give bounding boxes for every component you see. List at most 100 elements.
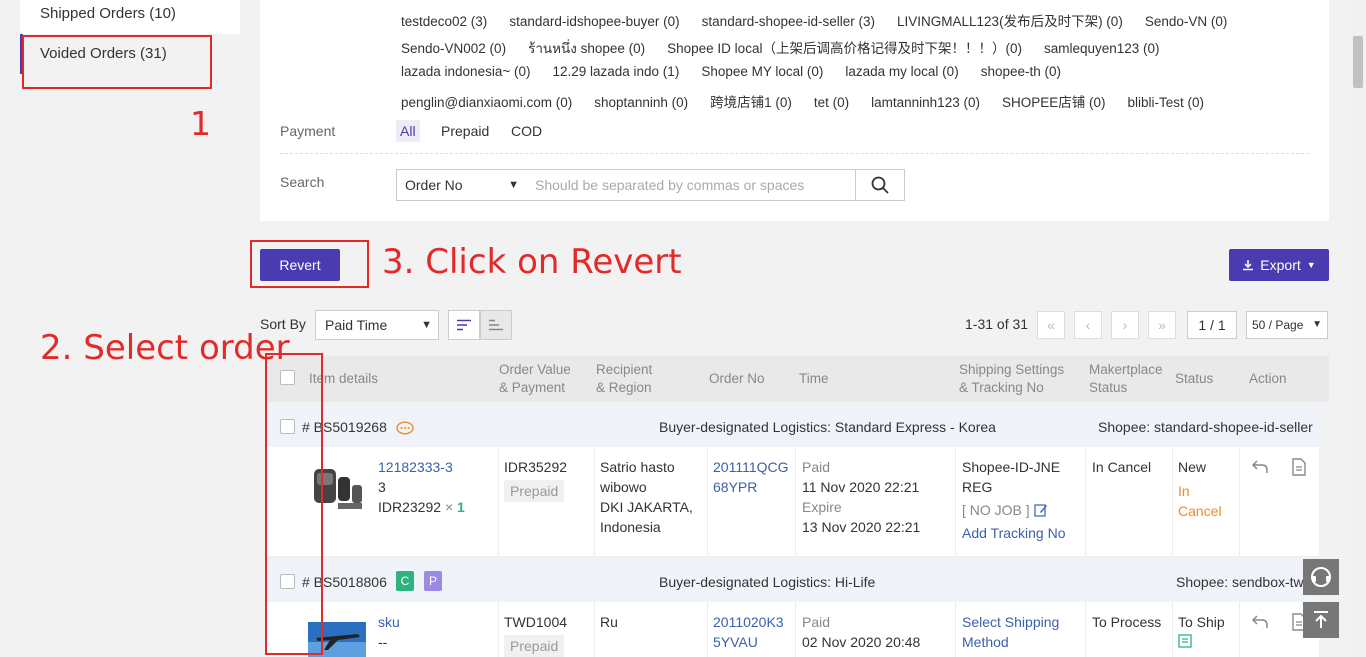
back-to-top-button[interactable]: [1303, 602, 1339, 638]
search-button[interactable]: [855, 169, 905, 201]
annotation-step-3: 3. Click on Revert: [382, 242, 682, 282]
shop-info: Shopee: standard-shopee-id-seller: [1098, 419, 1313, 435]
chevron-down-icon: ▼: [508, 179, 519, 191]
store-row-2: Sendo-VN002 (0) ร้านหนึ่ง shopee (0) Shope…: [401, 37, 1182, 59]
scrollbar-thumb[interactable]: [1353, 36, 1363, 88]
next-page-button[interactable]: ›: [1111, 311, 1139, 339]
order-number-link[interactable]: 201111QCG 68YPR: [713, 457, 789, 497]
store-row-1: testdeco02 (3) standard-idshopee-buyer (0…: [401, 10, 1249, 30]
order-bar: # BS5018806 C P Buyer-designated Logisti…: [265, 562, 1319, 602]
order-time: Paid 11 Nov 2020 22:21 Expire 13 Nov 202…: [802, 459, 921, 535]
store-filter[interactable]: SHOPEE店铺 (0): [1002, 95, 1106, 110]
tag-p-badge: P: [424, 571, 442, 591]
header-marketplace-status: Makertplace Status: [1089, 362, 1163, 395]
arrow-up-icon: [1314, 611, 1328, 628]
tag-c-badge: C: [396, 571, 414, 591]
order-status: New In Cancel: [1178, 459, 1222, 519]
document-icon[interactable]: [1291, 458, 1307, 476]
store-filter[interactable]: shoptanninh (0): [594, 95, 688, 110]
column-divider: [707, 602, 708, 657]
export-button[interactable]: Export ▼: [1229, 249, 1329, 281]
sort-desc-button[interactable]: [448, 310, 480, 340]
search-input[interactable]: Should be separated by commas or spaces: [525, 169, 856, 201]
last-page-button[interactable]: »: [1148, 311, 1176, 339]
annotation-box-checkboxes: [265, 353, 323, 655]
store-filter[interactable]: 跨境店铺1 (0): [710, 95, 792, 110]
store-filter[interactable]: Shopee MY local (0): [701, 64, 823, 79]
pager-info: 1-31 of 31: [965, 316, 1029, 332]
store-filter[interactable]: Sendo-VN (0): [1145, 14, 1228, 29]
sku-link[interactable]: sku: [378, 612, 400, 632]
headset-icon: [1311, 567, 1331, 587]
customer-service-button[interactable]: [1303, 559, 1339, 595]
marketplace-status: To Process: [1092, 614, 1162, 630]
annotation-box-revert: [250, 240, 369, 288]
annotation-box-voided: [22, 35, 212, 89]
store-filter[interactable]: lazada indonesia~ (0): [401, 64, 530, 79]
table-row: sku -- TWD1004 Prepaid Ru 2011020K3 5YVA…: [265, 602, 1319, 657]
shipping-settings: Shopee-ID-JNE REG [ NO JOB ] Add Trackin…: [962, 459, 1066, 543]
sort-value: Paid Time: [325, 317, 388, 333]
add-tracking-link[interactable]: Add Tracking No: [962, 523, 1066, 543]
search-label: Search: [280, 174, 325, 190]
store-filter[interactable]: lamtanninh123 (0): [871, 95, 980, 110]
select-shipping-link[interactable]: Select Shipping Method: [962, 612, 1059, 652]
store-filter[interactable]: shopee-th (0): [981, 64, 1061, 79]
payment-option-all[interactable]: All: [396, 120, 420, 142]
edit-icon[interactable]: [1033, 503, 1048, 517]
undo-icon[interactable]: [1251, 459, 1269, 475]
store-filter[interactable]: 12.29 lazada indo (1): [552, 64, 679, 79]
sort-select[interactable]: Paid Time ▼: [315, 310, 439, 340]
sidebar-item-shipped-orders[interactable]: Shipped Orders (10): [20, 0, 240, 34]
divider: [280, 153, 1309, 154]
marketplace-status: In Cancel: [1092, 459, 1152, 475]
store-filter[interactable]: Sendo-VN002 (0): [401, 41, 506, 56]
payment-option-prepaid[interactable]: Prepaid: [437, 120, 493, 142]
store-filter[interactable]: penglin@dianxiaomi.com (0): [401, 95, 572, 110]
table-header: Item details Order Value & Payment Recipi…: [265, 356, 1329, 402]
header-shipping: Shipping Settings & Tracking No: [959, 362, 1065, 395]
per-page-value: 50 / Page: [1252, 318, 1304, 332]
order-time: Paid 02 Nov 2020 20:48: [802, 614, 921, 650]
annotation-step-1: 1: [190, 104, 211, 143]
message-icon[interactable]: [396, 421, 414, 436]
first-page-button[interactable]: «: [1037, 311, 1065, 339]
column-divider: [795, 447, 796, 556]
caret-down-icon: ▼: [1306, 260, 1316, 270]
header-order-value: Order Value & Payment: [499, 362, 571, 395]
logistics-info: Buyer-designated Logistics: Standard Exp…: [659, 419, 996, 435]
column-divider: [795, 602, 796, 657]
column-divider: [498, 447, 499, 556]
store-filter[interactable]: standard-shopee-id-seller (3): [702, 14, 875, 29]
page-indicator[interactable]: 1 / 1: [1187, 311, 1237, 339]
item-info: sku --: [378, 612, 400, 652]
store-filter[interactable]: standard-idshopee-buyer (0): [509, 14, 679, 29]
sku-link[interactable]: 12182333-3: [378, 457, 465, 477]
document-green-icon: [1178, 634, 1192, 648]
recipient: Ru: [600, 614, 618, 630]
sort-asc-button[interactable]: [480, 310, 512, 340]
undo-icon[interactable]: [1251, 614, 1269, 630]
store-filter[interactable]: LIVINGMALL123(发布后及时下架) (0): [897, 14, 1123, 29]
prev-page-button[interactable]: ‹: [1074, 311, 1102, 339]
sku-variant: 3: [378, 479, 386, 495]
column-divider: [1239, 602, 1240, 657]
column-divider: [1172, 602, 1173, 657]
store-filter[interactable]: tet (0): [814, 95, 849, 110]
per-page-select[interactable]: 50 / Page ▼: [1246, 311, 1328, 339]
store-filter[interactable]: testdeco02 (3): [401, 14, 487, 29]
store-filter[interactable]: Shopee ID local（上架后调高价格记得及时下架！！！）(0): [667, 41, 1022, 56]
store-filter[interactable]: lazada my local (0): [845, 64, 958, 79]
search-field-select[interactable]: Order No ▼: [396, 169, 526, 201]
column-divider: [594, 602, 595, 657]
order-number-link[interactable]: 2011020K3 5YVAU: [713, 612, 784, 652]
store-filter[interactable]: blibli-Test (0): [1128, 95, 1205, 110]
order-value: IDR35292 Prepaid: [504, 457, 567, 502]
column-divider: [955, 602, 956, 657]
scrollbar-track[interactable]: [1350, 0, 1366, 657]
store-filter[interactable]: samlequyen123 (0): [1044, 41, 1160, 56]
payment-option-cod[interactable]: COD: [507, 120, 546, 142]
download-icon: [1243, 260, 1254, 271]
column-divider: [498, 602, 499, 657]
store-filter[interactable]: ร้านหนึ่ง shopee (0): [528, 41, 645, 56]
